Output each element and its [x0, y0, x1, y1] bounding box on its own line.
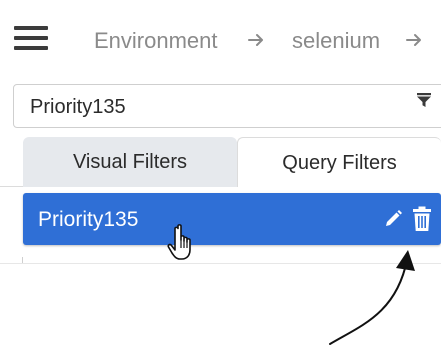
divider: [0, 186, 23, 187]
breadcrumb-item-environment[interactable]: Environment: [94, 28, 218, 54]
divider: [0, 263, 441, 264]
top-bar: Environment selenium: [0, 0, 441, 84]
filter-list-item[interactable]: Priority135: [23, 193, 441, 245]
arrow-right-icon: [248, 34, 263, 46]
tab-visual-filters[interactable]: Visual Filters: [23, 137, 237, 187]
tab-query-filters[interactable]: Query Filters: [237, 137, 441, 187]
filters-list: Priority135: [23, 188, 441, 258]
filter-select-value: Priority135: [30, 96, 126, 118]
filter-tabs: Visual Filters Query Filters: [0, 137, 441, 187]
funnel-icon[interactable]: [416, 92, 432, 108]
filter-select[interactable]: Priority135: [13, 84, 441, 128]
trash-icon[interactable]: [412, 206, 432, 232]
filter-list-item-label: Priority135: [38, 208, 139, 231]
pencil-icon[interactable]: [383, 209, 403, 229]
hamburger-menu-icon[interactable]: [14, 26, 48, 50]
arrow-right-icon: [406, 34, 421, 46]
breadcrumb-item-selenium[interactable]: selenium: [292, 28, 380, 54]
